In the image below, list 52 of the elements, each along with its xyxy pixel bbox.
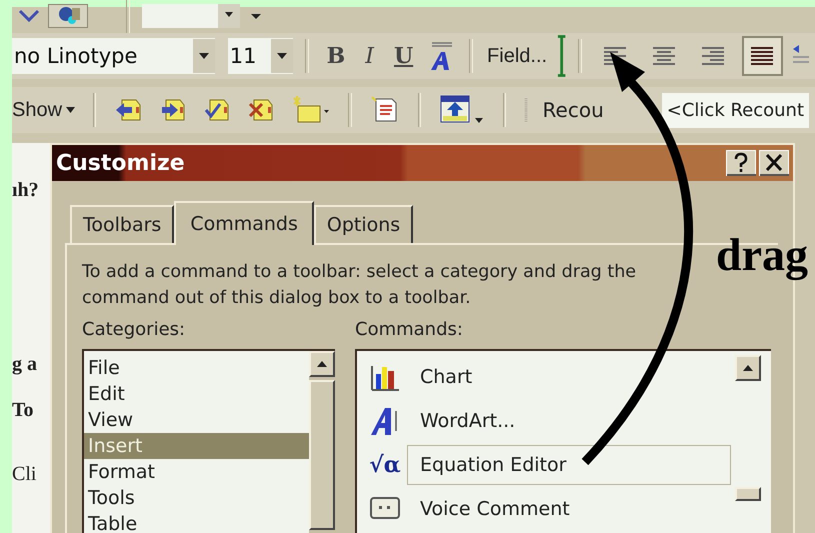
help-button[interactable] [726, 150, 756, 176]
show-menu[interactable]: Show [12, 98, 76, 122]
caret-icon[interactable] [276, 53, 287, 59]
underline-button[interactable]: U [388, 43, 420, 69]
toolbar-icon[interactable] [48, 4, 88, 28]
align-lines-icon [652, 46, 676, 66]
instructions-text: To add a command to a toolbar: select a category and drag the command out of this dialog box to a toolbar. [82, 261, 638, 310]
field-button[interactable]: Field... [485, 44, 550, 68]
scrollbar-thumb[interactable] [735, 487, 761, 501]
scrollbar[interactable] [309, 351, 335, 533]
category-item[interactable]: Format [84, 459, 309, 485]
check-icon[interactable] [18, 9, 40, 23]
italic-button[interactable]: I [359, 44, 380, 68]
align-lines-icon [701, 46, 726, 66]
align-lines-icon [750, 46, 774, 66]
document-text: ıh? [12, 179, 39, 202]
category-item[interactable]: Table [84, 511, 309, 533]
equation-icon: √α [369, 452, 401, 478]
scroll-up-icon[interactable] [317, 361, 327, 367]
categories-label: Categories: [82, 319, 186, 342]
document-text: Cli [12, 463, 36, 486]
dialog-tab[interactable]: Toolbars [70, 205, 174, 243]
category-item[interactable]: View [84, 407, 309, 433]
command-item[interactable]: Equation Editor [407, 445, 731, 485]
dialog-title: Customize [56, 150, 186, 176]
close-icon[interactable] [759, 150, 789, 176]
insertion-cursor-icon [557, 33, 566, 79]
document-text: g a [12, 353, 37, 376]
caret-icon[interactable] [198, 53, 209, 59]
category-item[interactable]: Edit [84, 381, 309, 407]
command-item[interactable]: Chart [407, 357, 486, 397]
commands-label: Commands: [355, 319, 464, 342]
align-justify-button[interactable] [742, 36, 784, 76]
category-item[interactable]: Tools [84, 485, 309, 511]
word-count-field[interactable]: <Click Recount [662, 92, 810, 128]
category-item[interactable]: File [84, 355, 309, 381]
size-combo[interactable]: 11 [228, 38, 293, 74]
command-item[interactable]: Voice Comment [407, 489, 583, 529]
document-text: To [12, 399, 34, 422]
dialog-tab[interactable]: Options [314, 205, 414, 243]
scroll-up-icon[interactable] [743, 365, 753, 371]
dialog-tab[interactable]: Commands [174, 201, 314, 245]
dropdown-arrow-icon[interactable] [250, 11, 262, 21]
bold-button[interactable]: B [320, 43, 352, 69]
commands-list[interactable]: Chart WordArt... √α Equation Editor Voice Comment [355, 349, 771, 533]
categories-list[interactable]: File Edit View Insert Format Tools Table [82, 349, 335, 533]
font-combo[interactable]: no Linotype [12, 38, 215, 74]
recount-label: Recou [542, 98, 604, 122]
annotation-text: drag [716, 228, 808, 281]
voice-comment-icon [370, 497, 400, 521]
caret-icon [66, 107, 76, 113]
command-item[interactable]: WordArt... [407, 401, 528, 441]
